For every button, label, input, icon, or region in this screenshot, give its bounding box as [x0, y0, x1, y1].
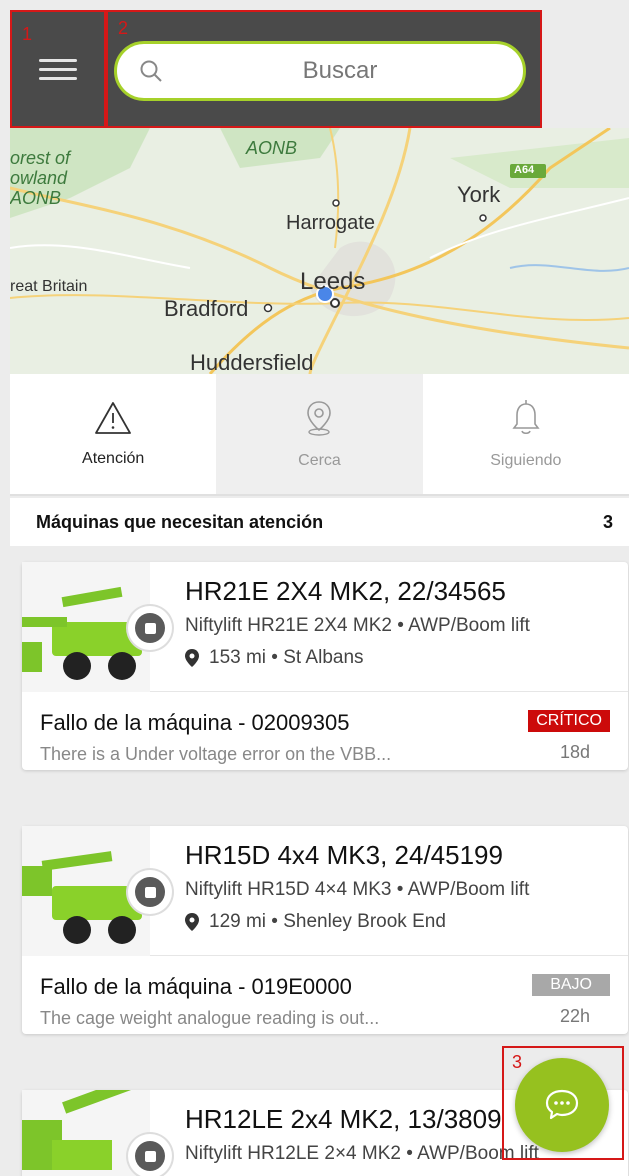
annotation-number: 2	[118, 18, 129, 38]
location-pin-icon	[185, 913, 199, 931]
map-label: Harrogate	[286, 212, 375, 234]
tab-attention[interactable]: Atención	[10, 374, 216, 494]
severity-badge: CRÍTICO	[528, 710, 610, 732]
fault-age: 18d	[559, 742, 590, 762]
annotation-number: 3	[512, 1052, 523, 1072]
map-label: AONB	[246, 138, 298, 158]
machine-title: HR21E 2X4 MK2, 22/34565	[185, 576, 506, 606]
location-pin-icon	[307, 401, 332, 436]
map-label: A64	[514, 164, 535, 176]
machine-subtitle: Niftylift HR21E 2X4 MK2 • AWP/Boom lift	[185, 615, 530, 636]
annotation-box-2	[106, 10, 542, 128]
map-label: Leeds	[300, 268, 366, 295]
map-label: Huddersfield	[190, 350, 314, 374]
stop-button[interactable]	[128, 870, 172, 914]
location-pin-icon	[185, 649, 199, 667]
stop-icon	[135, 1141, 165, 1171]
annotation-number: 1	[22, 24, 33, 44]
machine-title: HR15D 4x4 MK3, 24/45199	[185, 840, 503, 870]
bell-icon	[512, 400, 540, 435]
tab-label: Siguiendo	[490, 452, 562, 469]
section-title: Máquinas que necesitan atención	[36, 511, 324, 532]
map-label: AONB	[10, 188, 62, 208]
warning-icon	[95, 402, 132, 434]
map-label: York	[457, 182, 501, 207]
tab-nearby[interactable]: Cerca	[216, 374, 423, 494]
machine-card[interactable]: HR15D 4x4 MK3, 24/45199 Niftylift HR15D …	[22, 826, 628, 1034]
map-label: Bradford	[164, 296, 249, 321]
map-view[interactable]: AONB orest of owland AONB York A64 Harro…	[10, 128, 629, 374]
fault-title: Fallo de la máquina - 02009305	[40, 710, 350, 735]
machine-subtitle: Niftylift HR15D 4×4 MK3 • AWP/Boom lift	[185, 879, 530, 900]
fault-description: There is a Under voltage error on the VB…	[40, 744, 392, 764]
machine-location: 129 mi • Shenley Brook End	[185, 911, 618, 933]
fault-description: The cage weight analogue reading is out.…	[40, 1008, 380, 1028]
fault-title: Fallo de la máquina - 019E0000	[40, 974, 352, 999]
severity-badge: BAJO	[532, 974, 610, 996]
tab-label: Cerca	[298, 452, 341, 469]
machine-card[interactable]: HR21E 2X4 MK2, 22/34565 Niftylift HR21E …	[22, 562, 628, 770]
stop-button[interactable]	[128, 1134, 172, 1176]
fault-age: 22h	[559, 1006, 590, 1026]
machine-location: 153 mi • St Albans	[185, 647, 618, 669]
tab-bar: Atención Cerca Siguiendo	[10, 374, 629, 496]
section-count: 3	[602, 511, 613, 532]
tab-label: Atención	[82, 450, 145, 467]
stop-icon	[135, 877, 165, 907]
map-roads	[10, 128, 629, 374]
map-label: reat Britain	[10, 278, 88, 295]
stop-button[interactable]	[128, 606, 172, 650]
tab-following[interactable]: Siguiendo	[423, 374, 629, 494]
stop-icon	[135, 613, 165, 643]
map-label: owland	[10, 168, 68, 188]
location-text: 153 mi • St Albans	[209, 647, 364, 668]
map-label: orest of	[10, 148, 71, 168]
location-text: 129 mi • Shenley Brook End	[209, 911, 446, 932]
section-header: Máquinas que necesitan atención 3	[10, 498, 629, 546]
